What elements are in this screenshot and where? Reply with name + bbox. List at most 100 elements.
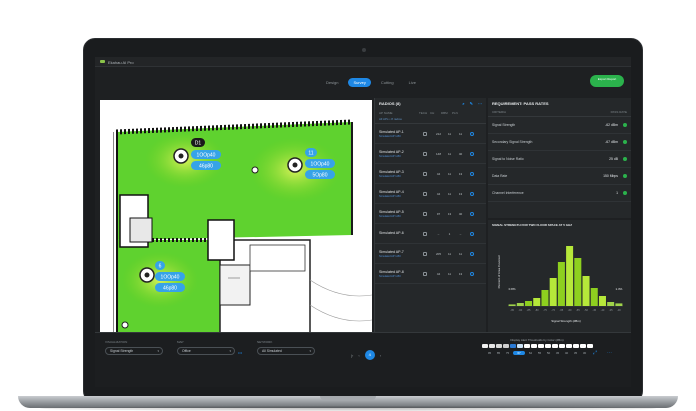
radio-toggle-icon[interactable]: [470, 131, 474, 136]
x-tick-label: -65: [560, 308, 564, 312]
histogram-bar: [557, 262, 565, 306]
visualization-select[interactable]: Signal Strength ▾: [105, 347, 163, 355]
more-icon[interactable]: ⋯: [607, 350, 612, 356]
requirement-row[interactable]: Signal Strength -62 dBm: [488, 117, 631, 134]
column-header[interactable]: TECH: [419, 111, 430, 115]
legend-swatch: [509, 344, 516, 348]
requirement-row[interactable]: Channel Interference 1: [488, 185, 631, 202]
legend-value[interactable]: 85: [495, 351, 502, 355]
requirement-row[interactable]: Signal to Noise Ratio 25 dB: [488, 151, 631, 168]
outline: [309, 304, 372, 322]
legend-value[interactable]: 40: [563, 351, 570, 355]
map-select[interactable]: Office ▾: [177, 347, 235, 355]
legend-value[interactable]: 55: [536, 351, 543, 355]
tab-design[interactable]: Design: [321, 78, 343, 87]
histogram-title: SIGNAL STRENGTH FOR TWO FLOOR SPACE AT 5…: [492, 223, 573, 227]
radios-column-headers: AP NAME TECH CH DBM PLN: [375, 108, 486, 116]
requirement-label: Signal Strength: [492, 123, 516, 127]
legend-value[interactable]: 62: [527, 351, 534, 355]
stair-room: [207, 219, 235, 261]
legend-value[interactable]: 67: [513, 351, 525, 355]
x-tick-label: -75: [543, 308, 547, 312]
radio-toggle-icon[interactable]: [470, 231, 474, 236]
status-dot-icon: [623, 174, 627, 178]
floor-plan-map[interactable]: D1 1OOp40 46p80 11 1OOp40 5Op80 6 1OOp40…: [100, 100, 372, 332]
radio-row[interactable]: Simulated AP-8 Simulated AP 1-B0 44 11 13: [375, 264, 486, 284]
radio-name-cell: Simulated AP-7 Simulated AP 1-B0: [379, 250, 423, 258]
next-page-icon[interactable]: ›: [380, 353, 381, 358]
legend-swatch: [516, 344, 523, 348]
radio-name: Simulated AP-3: [379, 169, 404, 174]
radio-value: 11: [447, 271, 452, 276]
column-header[interactable]: PLN: [452, 111, 463, 115]
edit-icon[interactable]: ✎: [470, 101, 473, 106]
wifi-icon: [423, 211, 427, 216]
visualization-value: Signal Strength: [110, 349, 134, 353]
histogram-bar: [516, 303, 524, 306]
radio-row[interactable]: Simulated AP-5 Simulated AP 1-B0 97 13 40: [375, 204, 486, 224]
legend-value[interactable]: 30: [581, 351, 588, 355]
ap-marker[interactable]: [173, 148, 189, 164]
export-report-button[interactable]: Export Report: [590, 75, 624, 87]
histogram-bar: [574, 258, 582, 306]
radio-toggle-icon[interactable]: [470, 251, 474, 256]
ap-badge-tag: 6: [159, 264, 162, 270]
radio-row[interactable]: Simulated AP-1 Simulated AP 1-B0 212 11 11: [375, 124, 486, 144]
legend-value[interactable]: 95: [486, 351, 493, 355]
radio-name: Simulated AP-4: [379, 189, 404, 194]
map-value: Office: [182, 349, 191, 353]
requirement-row[interactable]: Secondary Signal Strength -67 dBm: [488, 134, 631, 151]
radio-value: 11: [447, 131, 452, 136]
column-header[interactable]: AP NAME: [379, 111, 419, 115]
tab-cutting[interactable]: Cutting: [376, 78, 399, 87]
radio-toggle-icon[interactable]: [470, 211, 474, 216]
radio-row[interactable]: Simulated AP-4 Simulated AP 1-B0 44 11 13: [375, 184, 486, 204]
legend-value[interactable]: 50: [545, 351, 552, 355]
radio-value: 11: [447, 251, 452, 256]
legend-value[interactable]: 35: [572, 351, 579, 355]
app-logo-icon: [100, 60, 105, 63]
ap-badge-line: 1OOp40: [197, 153, 216, 159]
legend-value[interactable]: 75: [504, 351, 511, 355]
network-select[interactable]: All Simulated ▾: [257, 347, 315, 355]
first-page-icon[interactable]: |‹: [351, 353, 353, 358]
tab-survey[interactable]: Survey: [348, 78, 371, 87]
ap-marker[interactable]: [287, 157, 303, 173]
wifi-icon: [423, 231, 427, 236]
search-icon[interactable]: ⌕: [462, 101, 464, 106]
ap-marker[interactable]: [139, 267, 155, 283]
requirement-label: Data Rate: [492, 174, 508, 178]
radio-row[interactable]: Simulated AP-7 Simulated AP 1-B0 205 11 11: [375, 244, 486, 264]
ap-badge-tag: 11: [308, 151, 313, 157]
column-header[interactable]: DBM: [441, 111, 452, 115]
radio-toggle-icon[interactable]: [470, 171, 474, 176]
radio-row[interactable]: Simulated AP-2 Simulated AP 1-B0 148 11 40: [375, 144, 486, 164]
ap-badge-line: 46p80: [199, 164, 213, 170]
more-icon[interactable]: •••: [238, 350, 242, 355]
requirements-panel: REQUIREMENT: PASS RATES CRITERIA PASS RA…: [488, 98, 631, 218]
radio-name: Simulated AP-5: [379, 209, 404, 214]
current-page[interactable]: 4: [364, 350, 375, 360]
tab-live[interactable]: Live: [404, 78, 421, 87]
data-label: 0.8%: [509, 287, 516, 291]
radio-row[interactable]: Simulated AP-3 Simulated AP 1-B0 44 11 13: [375, 164, 486, 184]
radio-toggle-icon[interactable]: [470, 151, 474, 156]
x-tick-label: -85: [527, 308, 531, 312]
app-title: Ekahau AI Pro: [108, 60, 134, 65]
legend-swatch: [488, 344, 495, 348]
radio-subtitle: Simulated AP 1-B0: [379, 274, 401, 278]
requirements-title: REQUIREMENT: PASS RATES: [492, 101, 549, 106]
legend-value[interactable]: 45: [554, 351, 561, 355]
expand-icon[interactable]: ⤢: [593, 350, 597, 356]
radio-toggle-icon[interactable]: [470, 191, 474, 196]
ap-marker-small[interactable]: [251, 166, 259, 174]
legend-swatch: [565, 344, 572, 348]
column-header[interactable]: CH: [430, 111, 441, 115]
network-control: NETWORK All Simulated ▾: [257, 340, 315, 355]
prev-page-icon[interactable]: ‹: [358, 353, 359, 358]
more-icon[interactable]: ⋯: [478, 101, 482, 106]
ap-marker-small[interactable]: [121, 321, 129, 329]
radio-row[interactable]: Simulated AP-6 – 1 –: [375, 224, 486, 244]
requirement-row[interactable]: Data Rate 150 Mbps: [488, 168, 631, 185]
radio-toggle-icon[interactable]: [470, 271, 474, 276]
